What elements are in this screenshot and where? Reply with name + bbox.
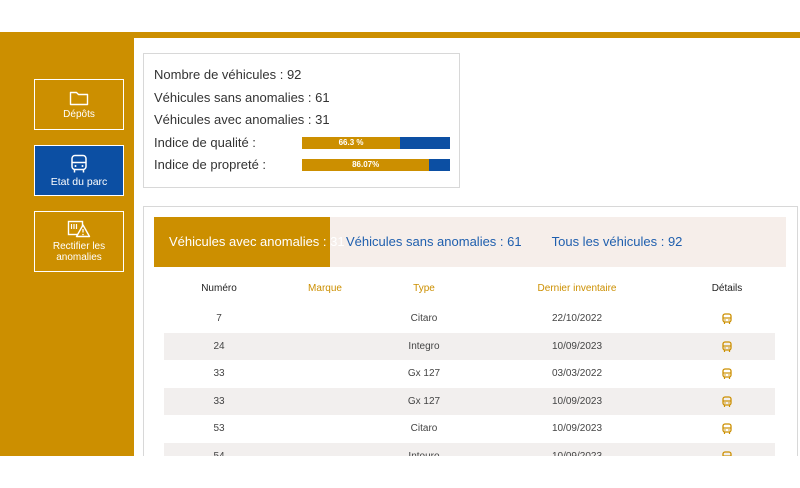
quality-index-fill: 66.3 %: [302, 136, 401, 149]
warning-list-icon: [67, 220, 91, 238]
cell-type: Gx 127: [407, 368, 441, 379]
cell-type: Citaro: [410, 313, 438, 324]
cell-type: Integro: [408, 340, 440, 352]
bus-icon[interactable]: [721, 340, 733, 353]
vehicle-tabs: Véhicules avec anomalies : 31 Véhicules …: [154, 217, 786, 267]
cell-numero: 24: [213, 340, 225, 352]
header-type[interactable]: Type: [364, 283, 484, 294]
table-row: 33 Gx 127 03/03/2022: [164, 360, 775, 388]
header-numero[interactable]: Numéro: [159, 283, 279, 294]
tab-without-anomalies[interactable]: Véhicules sans anomalies : 61: [346, 217, 522, 267]
sidebar-item-label: Rectifier les anomalies: [52, 241, 106, 263]
sidebar-item-depots[interactable]: Dépôts: [34, 79, 124, 130]
cell-dernier-inventaire: 10/09/2023: [551, 395, 603, 407]
stat-total-vehicles: Nombre de véhicules : 92: [154, 67, 302, 83]
cell-dernier-inventaire: 10/09/2023: [551, 340, 603, 352]
table-body: 7 Citaro 22/10/2022 24 Integro 10/09/2023 33 Gx…: [164, 305, 775, 465]
sidebar-item-etat-du-parc[interactable]: Etat du parc: [34, 145, 124, 196]
table-row: 53 Citaro 10/09/2023: [164, 415, 775, 443]
table-header: Numéro Marque Type Dernier inventaire Dé…: [164, 283, 775, 303]
bus-icon[interactable]: [721, 368, 733, 380]
cell-numero: 33: [213, 395, 225, 407]
stats-card: Nombre de véhicules : 92 Véhicules sans …: [143, 53, 460, 188]
tab-all-vehicles[interactable]: Tous les véhicules : 92: [552, 217, 683, 267]
stat-cleanliness-index: Indice de propreté : 86.07%: [154, 154, 459, 177]
table-row: 24 Integro 10/09/2023: [164, 332, 775, 360]
sidebar-item-label: Dépôts: [63, 108, 95, 120]
bus-icon[interactable]: [721, 423, 733, 435]
bus-icon[interactable]: [721, 395, 733, 408]
cleanliness-index-fill: 86.07%: [302, 159, 430, 172]
cell-numero: 53: [213, 423, 225, 434]
cleanliness-index-bar: 86.07%: [302, 159, 450, 172]
header-dernier-inventaire[interactable]: Dernier inventaire: [517, 283, 637, 294]
bus-icon: [71, 154, 87, 172]
sidebar-item-label: Etat du parc: [50, 175, 108, 188]
stat-quality-index: Indice de qualité : 66.3 %: [154, 132, 459, 155]
cell-numero: 33: [213, 368, 225, 379]
table-row: 7 Citaro 22/10/2022: [164, 305, 775, 333]
sidebar: Dépôts Etat du parc Rectifier les anomal…: [0, 38, 134, 456]
cleanliness-index-label: Indice de propreté :: [154, 157, 267, 173]
stat-without-anomalies: Véhicules sans anomalies : 61: [154, 89, 330, 105]
vehicles-card: Véhicules avec anomalies : 31 Véhicules …: [143, 206, 798, 466]
header-details: Détails: [711, 283, 743, 294]
cell-dernier-inventaire: 03/03/2022: [551, 368, 603, 379]
stat-with-anomalies: Véhicules avec anomalies : 31: [154, 112, 330, 128]
cell-type: Gx 127: [407, 395, 441, 407]
cell-dernier-inventaire: 10/09/2023: [551, 423, 603, 434]
cell-numero: 7: [216, 313, 222, 324]
bus-icon[interactable]: [721, 313, 733, 325]
cell-dernier-inventaire: 22/10/2022: [551, 313, 603, 324]
cell-type: Citaro: [410, 423, 438, 434]
page-bottom: [0, 456, 800, 488]
quality-index-bar: 66.3 %: [302, 136, 450, 149]
quality-index-label: Indice de qualité :: [154, 134, 256, 150]
table-row: 33 Gx 127 10/09/2023: [164, 387, 775, 415]
sidebar-item-rectifier-anomalies[interactable]: Rectifier les anomalies: [34, 211, 124, 272]
tab-with-anomalies[interactable]: Véhicules avec anomalies : 31: [154, 217, 345, 267]
top-bar: [0, 0, 800, 32]
folder-icon: [69, 91, 89, 105]
